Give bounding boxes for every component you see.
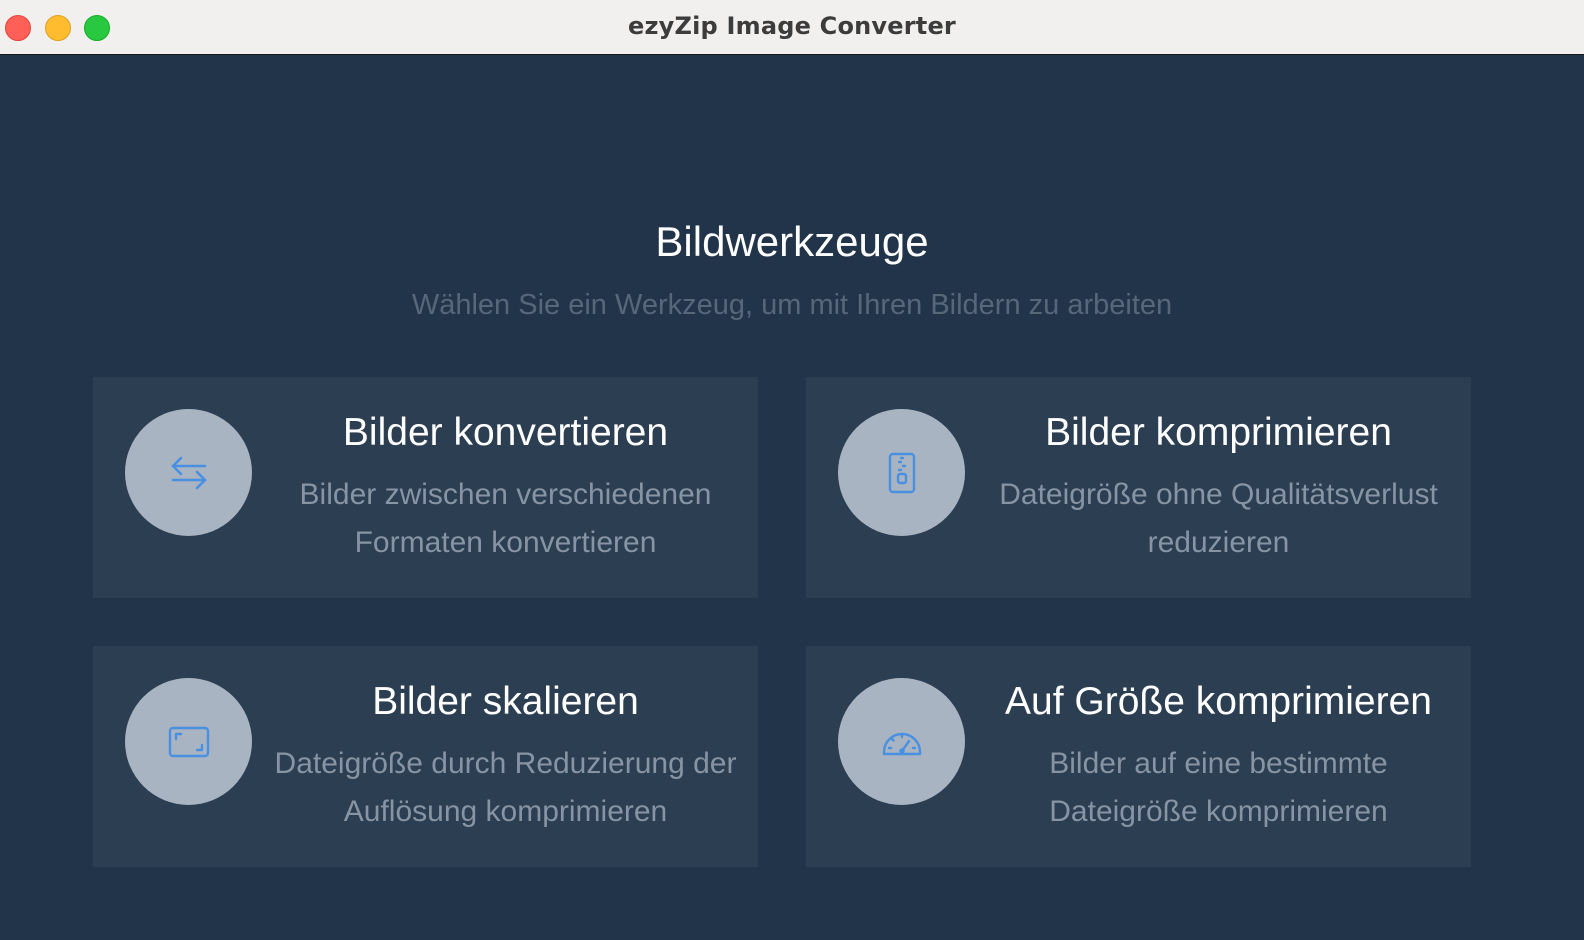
resize-frame-icon (168, 726, 209, 757)
app-window: ezyZip Image Converter Bildwerkzeuge Wäh… (0, 0, 1584, 940)
tool-card-text: Auf Größe komprimieren Bilder auf eine b… (986, 676, 1451, 836)
gauge-icon (882, 732, 921, 755)
tool-card-description: Dateigröße durch Reduzierung der Auflösu… (274, 747, 737, 828)
arrows-exchange-icon (171, 456, 206, 489)
title-bar[interactable]: ezyZip Image Converter (0, 0, 1584, 55)
page-subtitle: Wählen Sie ein Werkzeug, um mit Ihren Bi… (411, 289, 1173, 321)
tool-card-title: Bilder skalieren (372, 680, 639, 723)
tool-icon-circle (838, 409, 965, 536)
zip-file-icon (888, 452, 915, 493)
tool-card-convert[interactable]: Bilder konvertieren Bilder zwischen vers… (93, 377, 758, 598)
tool-icon-circle (125, 409, 252, 536)
tool-card-resize[interactable]: Bilder skalieren Dateigröße durch Reduzi… (93, 646, 758, 867)
tool-icon-circle (125, 678, 252, 805)
tool-card-title: Bilder komprimieren (1045, 411, 1392, 454)
tool-card-title: Bilder konvertieren (342, 411, 669, 454)
page-title: Bildwerkzeuge (655, 218, 929, 265)
tool-card-compress-to-size[interactable]: Auf Größe komprimieren Bilder auf eine b… (806, 646, 1471, 867)
window-title: ezyZip Image Converter (628, 12, 956, 40)
tool-card-text: Bilder konvertieren Bilder zwischen vers… (273, 407, 738, 567)
tool-icon-circle (838, 678, 965, 805)
tool-card-description: Dateigröße ohne Qualitätsverlust reduzie… (999, 478, 1438, 559)
tool-card-compress[interactable]: Bilder komprimieren Dateigröße ohne Qual… (806, 377, 1471, 598)
tool-card-title: Auf Größe komprimieren (1005, 680, 1432, 723)
tool-card-description: Bilder zwischen verschiedenen Formaten k… (299, 478, 712, 559)
tool-card-text: Bilder komprimieren Dateigröße ohne Qual… (986, 407, 1451, 567)
tool-card-text: Bilder skalieren Dateigröße durch Reduzi… (273, 676, 738, 836)
tool-card-description: Bilder auf eine bestimmte Dateigröße kom… (1049, 747, 1388, 828)
